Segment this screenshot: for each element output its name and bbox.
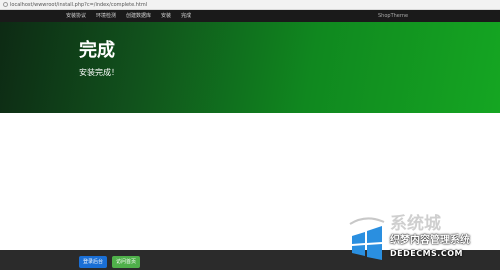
top-navbar: 安装协议 环境检测 创建数据库 安装 完成 ShopTherne bbox=[0, 10, 500, 22]
hero-banner: 完成 安装完成！ bbox=[0, 22, 500, 113]
status-message: 安装完成！ bbox=[79, 68, 119, 77]
nav-item-agreement[interactable]: 安装协议 bbox=[66, 10, 86, 22]
nav-item-create-database[interactable]: 创建数据库 bbox=[126, 10, 151, 22]
watermark-domain: DEDECMS.COM bbox=[390, 249, 463, 258]
nav-item-complete[interactable]: 完成 bbox=[181, 10, 191, 22]
nav-item-environment-check[interactable]: 环境检测 bbox=[96, 10, 116, 22]
windows-logo-icon bbox=[349, 217, 385, 260]
watermark-title: 系统城 bbox=[390, 214, 441, 234]
page-title: 完成 bbox=[79, 40, 115, 61]
url-text[interactable]: localhost/wwwroot/install.php?c=/index/c… bbox=[10, 1, 147, 9]
browser-address-bar[interactable]: localhost/wwwroot/install.php?c=/index/c… bbox=[0, 0, 500, 10]
brand-text: ShopTherne bbox=[378, 13, 409, 19]
nav-steps: 安装协议 环境检测 创建数据库 安装 完成 bbox=[66, 10, 201, 22]
watermark: 系统城 织梦内容管理系统 DEDECMS.COM bbox=[344, 212, 500, 268]
visit-homepage-button[interactable]: 访问首页 bbox=[112, 256, 140, 268]
page-info-icon[interactable] bbox=[3, 2, 8, 7]
login-admin-button[interactable]: 登录后台 bbox=[79, 256, 107, 268]
nav-item-install[interactable]: 安装 bbox=[161, 10, 171, 22]
watermark-subtitle: 织梦内容管理系统 bbox=[390, 235, 470, 246]
